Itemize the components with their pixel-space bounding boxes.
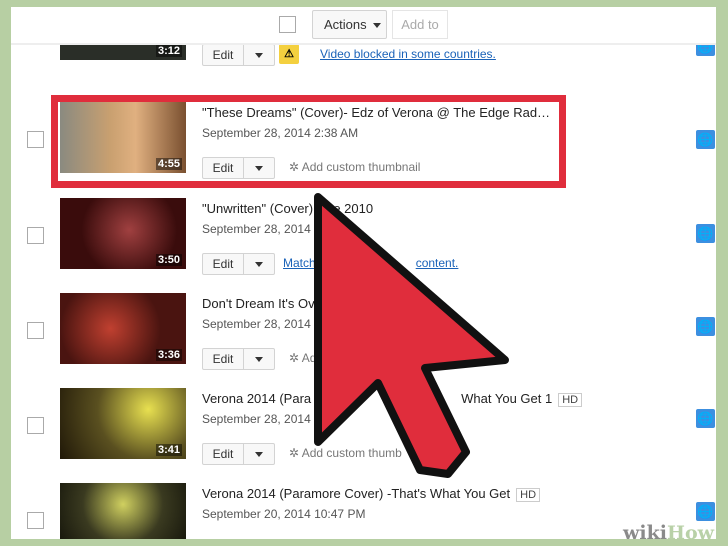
pointer-arrow-icon [314,193,509,478]
wikihow-watermark: wikiHow [623,522,714,544]
